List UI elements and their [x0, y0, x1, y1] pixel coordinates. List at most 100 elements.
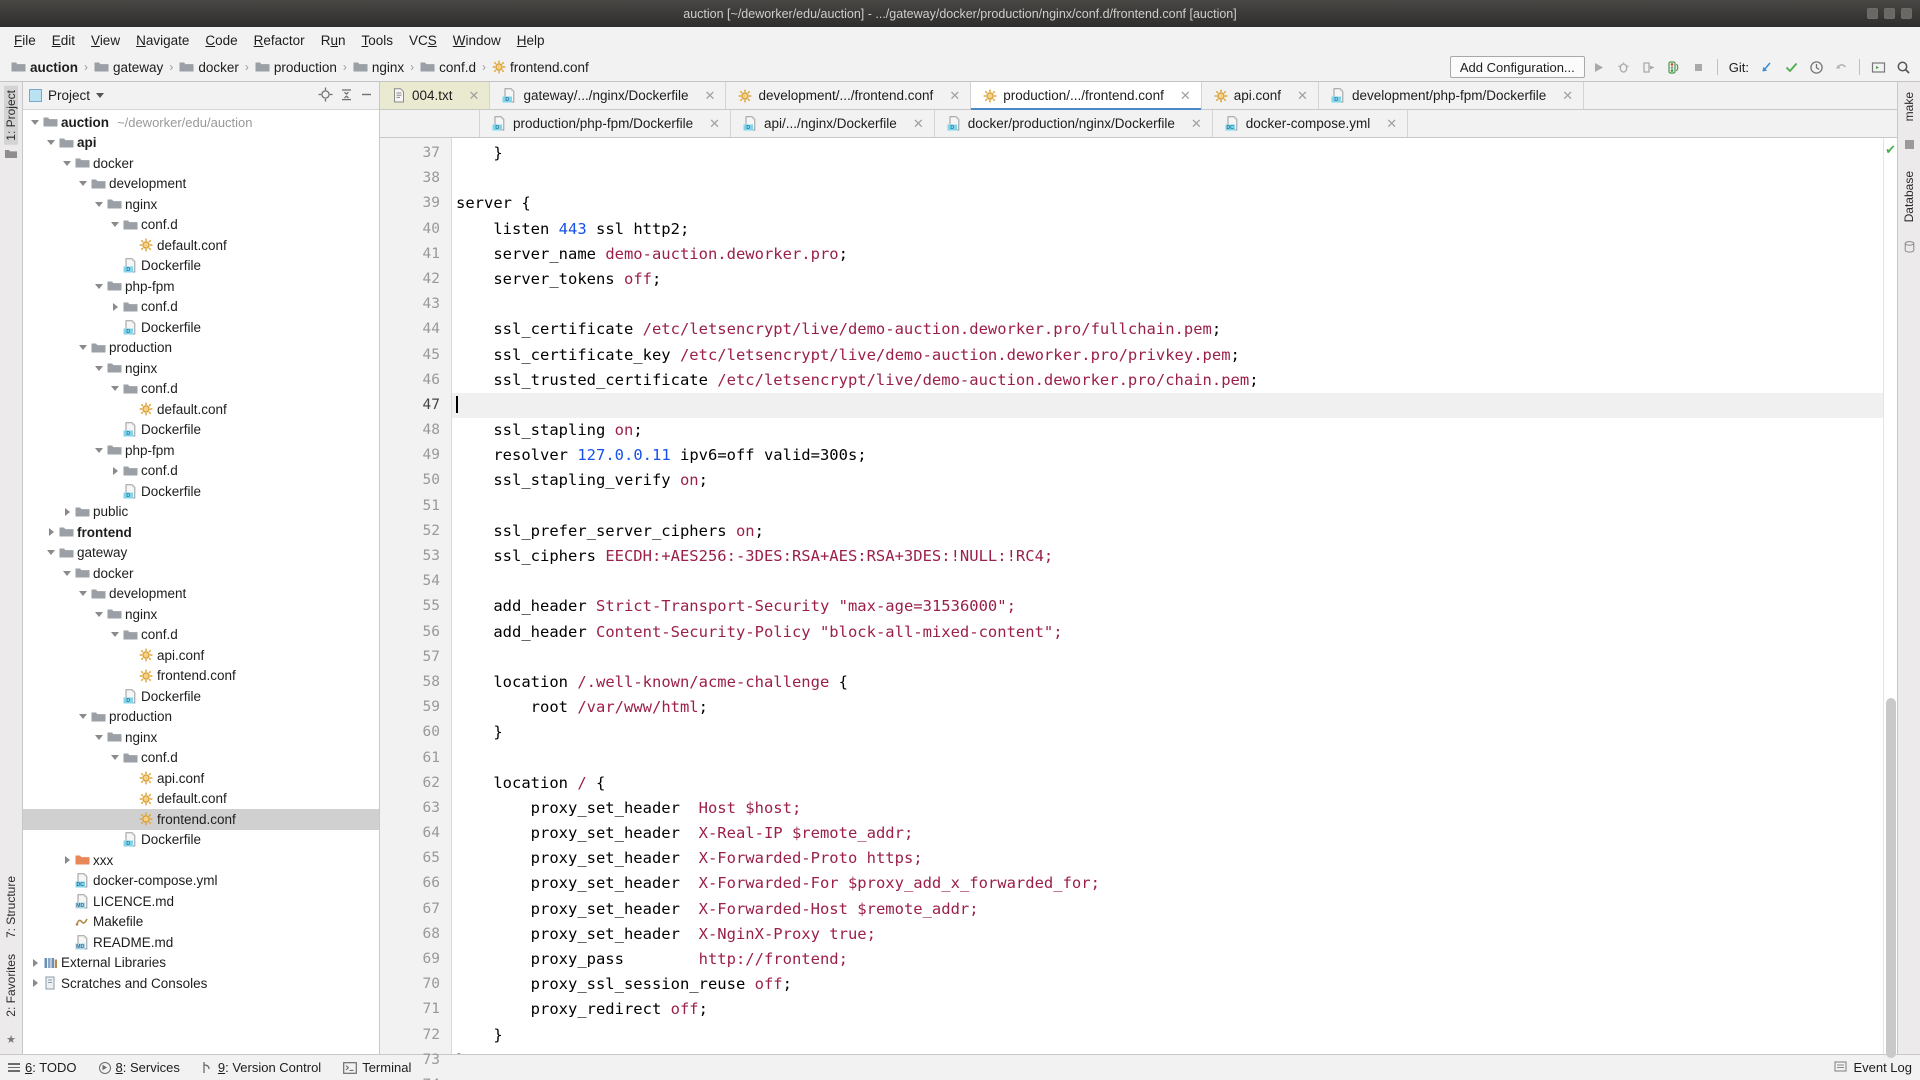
chevron-down-icon[interactable]	[93, 201, 105, 207]
chevron-right-icon[interactable]	[45, 528, 57, 537]
tree-node-nginx[interactable]: nginx	[23, 358, 379, 379]
run-with-coverage-icon[interactable]	[1638, 56, 1660, 78]
tree-node-licence-md[interactable]: MD LICENCE.md	[23, 891, 379, 912]
line-number[interactable]: 63	[380, 796, 440, 821]
code-line[interactable]: server_name demo-auction.deworker.pro;	[452, 242, 1883, 267]
code-line[interactable]: ssl_prefer_server_ciphers on;	[452, 519, 1883, 544]
line-number[interactable]: 52	[380, 519, 440, 544]
line-number[interactable]: 38	[380, 166, 440, 191]
line-number[interactable]: 53	[380, 544, 440, 569]
chevron-right-icon[interactable]	[109, 302, 121, 311]
tree-node-dockerfile[interactable]: D Dockerfile	[23, 481, 379, 502]
code-line[interactable]: proxy_redirect off;	[452, 997, 1883, 1022]
status-bar-8-services[interactable]: 8: Services	[98, 1060, 180, 1075]
close-icon[interactable]: ✕	[1297, 88, 1308, 104]
line-number[interactable]: 72	[380, 1023, 440, 1048]
history-icon[interactable]	[1805, 56, 1827, 78]
code-line[interactable]	[452, 746, 1883, 771]
event-log-label[interactable]: Event Log	[1853, 1060, 1912, 1075]
add-configuration-button[interactable]: Add Configuration...	[1449, 56, 1585, 78]
menu-view[interactable]: View	[83, 30, 128, 51]
chevron-down-icon[interactable]	[109, 632, 121, 638]
editor-tab-development-frontend-conf[interactable]: development/.../frontend.conf ✕	[726, 82, 972, 109]
close-icon[interactable]: ✕	[1191, 116, 1202, 132]
chevron-down-icon[interactable]	[45, 550, 57, 556]
line-number[interactable]: 55	[380, 594, 440, 619]
breadcrumb-item-auction[interactable]: auction	[8, 59, 81, 76]
chevron-down-icon[interactable]	[61, 570, 73, 576]
code-line[interactable]: proxy_set_header X-Forwarded-Proto https…	[452, 846, 1883, 871]
line-number[interactable]: 54	[380, 569, 440, 594]
chevron-down-icon[interactable]	[77, 181, 89, 187]
close-icon[interactable]: ✕	[709, 116, 720, 132]
line-number[interactable]: 46	[380, 368, 440, 393]
hide-icon[interactable]	[360, 88, 373, 104]
code-line[interactable]: location / {	[452, 771, 1883, 796]
editor-tab-docker-production-nginx-dockerfile[interactable]: Ddocker/production/nginx/Dockerfile ✕	[934, 110, 1213, 137]
tree-node-dockerfile[interactable]: D Dockerfile	[23, 317, 379, 338]
tree-node-api-conf[interactable]: api.conf	[23, 645, 379, 666]
tree-node-production[interactable]: production	[23, 707, 379, 728]
line-number[interactable]: 69	[380, 947, 440, 972]
code-line[interactable]: add_header Strict-Transport-Security "ma…	[452, 594, 1883, 619]
tree-node-nginx[interactable]: nginx	[23, 727, 379, 748]
rail-project-button[interactable]: 1: Project	[4, 86, 18, 145]
profile-icon[interactable]	[1663, 56, 1685, 78]
line-number[interactable]: 62	[380, 771, 440, 796]
line-number[interactable]: 68	[380, 922, 440, 947]
close-icon[interactable]: ✕	[469, 88, 480, 104]
open-terminal-icon[interactable]	[1867, 56, 1889, 78]
code-line[interactable]: }	[452, 720, 1883, 745]
code-line[interactable]: }	[452, 141, 1883, 166]
tree-node-makefile[interactable]: Makefile	[23, 912, 379, 933]
tree-node-conf-d[interactable]: conf.d	[23, 461, 379, 482]
code-line[interactable]: }	[452, 1023, 1883, 1048]
menu-code[interactable]: Code	[197, 30, 245, 51]
chevron-down-icon[interactable]	[93, 283, 105, 289]
code-editor[interactable]: 37 38 39 40 41 42 43 44 45 46 47 48 49 50 51 52 53 54 55 56…	[380, 138, 1897, 1080]
code-content[interactable]: } server { listen 443 ssl http2; server_…	[452, 138, 1883, 1054]
editor-marker-column[interactable]: ✔	[1883, 138, 1897, 1058]
code-line[interactable]	[452, 494, 1883, 519]
menu-run[interactable]: Run	[313, 30, 354, 51]
chevron-down-icon[interactable]	[77, 591, 89, 597]
editor-tab-development-php-fpm-dockerfile[interactable]: Ddevelopment/php-fpm/Dockerfile ✕	[1318, 82, 1585, 109]
tree-node-frontend-conf[interactable]: frontend.conf	[23, 666, 379, 687]
tree-node-nginx[interactable]: nginx	[23, 604, 379, 625]
line-number[interactable]: 60	[380, 720, 440, 745]
chevron-down-icon[interactable]	[96, 93, 105, 98]
rail-database-button[interactable]: Database	[1902, 167, 1916, 226]
close-button[interactable]	[1901, 8, 1912, 19]
tree-node-api[interactable]: api	[23, 133, 379, 154]
breadcrumb-item-gateway[interactable]: gateway	[91, 59, 166, 76]
line-number[interactable]: 37	[380, 141, 440, 166]
window-controls[interactable]	[1867, 0, 1912, 27]
line-number[interactable]: 67	[380, 897, 440, 922]
line-number[interactable]: 58	[380, 670, 440, 695]
tree-node-dockerfile[interactable]: D Dockerfile	[23, 830, 379, 851]
stop-icon[interactable]	[1688, 56, 1710, 78]
close-icon[interactable]: ✕	[949, 88, 960, 104]
line-number[interactable]: 44	[380, 317, 440, 342]
tree-node-gateway[interactable]: gateway	[23, 543, 379, 564]
tree-node-conf-d[interactable]: conf.d	[23, 379, 379, 400]
line-number[interactable]: 41	[380, 242, 440, 267]
tree-node-production[interactable]: production	[23, 338, 379, 359]
code-line[interactable]: resolver 127.0.0.11 ipv6=off valid=300s;	[452, 443, 1883, 468]
close-icon[interactable]: ✕	[1180, 88, 1191, 104]
code-line[interactable]	[452, 569, 1883, 594]
chevron-down-icon[interactable]	[29, 119, 41, 125]
code-line[interactable]: ssl_certificate_key /etc/letsencrypt/liv…	[452, 343, 1883, 368]
tree-node-xxx[interactable]: xxx	[23, 850, 379, 871]
chevron-right-icon[interactable]	[61, 507, 73, 516]
chevron-down-icon[interactable]	[93, 734, 105, 740]
code-line[interactable]: ssl_stapling on;	[452, 418, 1883, 443]
search-everywhere-icon[interactable]	[1892, 56, 1914, 78]
tree-node-conf-d[interactable]: conf.d	[23, 215, 379, 236]
editor-scrollbar-thumb[interactable]	[1886, 698, 1896, 1058]
code-line[interactable]: }	[452, 1048, 1883, 1054]
breadcrumb-item-frontend-conf[interactable]: frontend.conf	[489, 59, 592, 76]
editor-tab-production-php-fpm-dockerfile[interactable]: Dproduction/php-fpm/Dockerfile ✕	[480, 110, 731, 137]
tree-node-php-fpm[interactable]: php-fpm	[23, 276, 379, 297]
code-line[interactable]: proxy_set_header X-Forwarded-Host $remot…	[452, 897, 1883, 922]
